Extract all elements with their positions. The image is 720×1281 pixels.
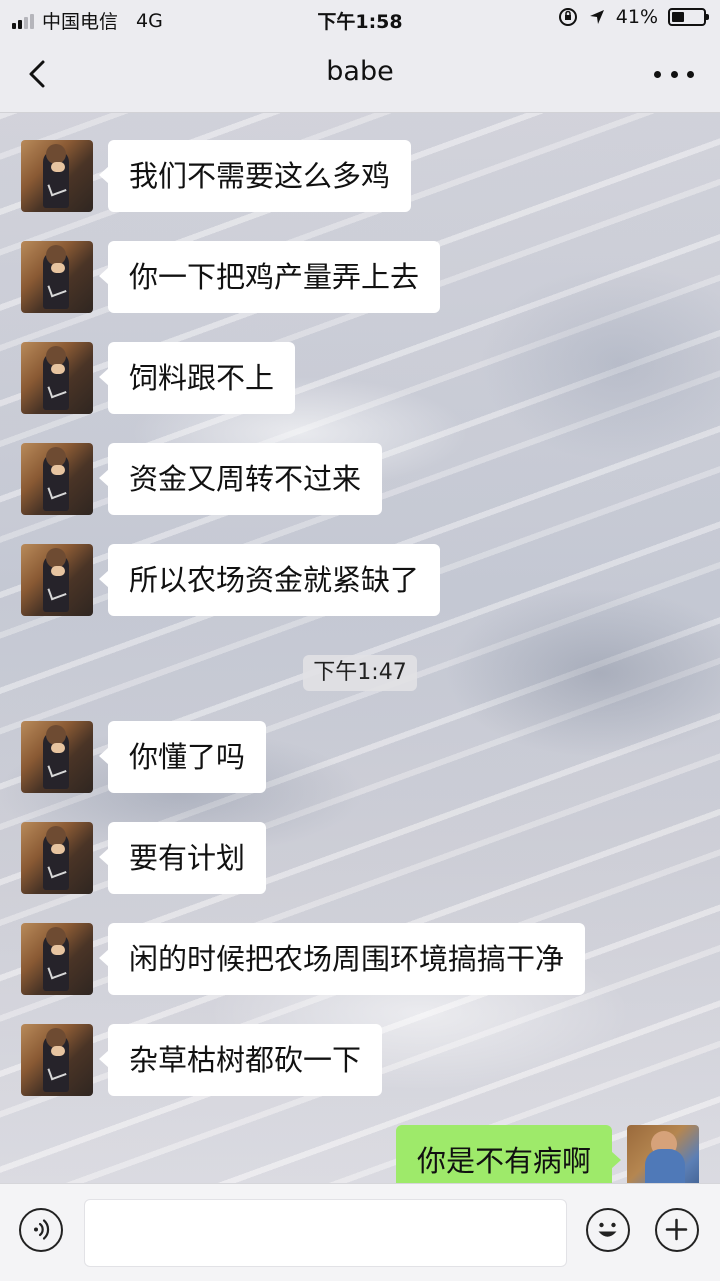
emoji-icon[interactable]: [586, 1208, 630, 1252]
chat-area[interactable]: 我们不需要这么多鸡 你一下把鸡产量弄上去 饲料跟不上 资金又周转不过来 所以农场…: [0, 113, 720, 1183]
chat-header: babe: [0, 36, 720, 113]
incoming-message[interactable]: 你懂了吗: [98, 721, 267, 793]
contact-avatar[interactable]: [21, 342, 93, 414]
location-arrow-icon: [589, 10, 604, 24]
orientation-lock-icon: [558, 8, 577, 26]
plus-icon[interactable]: [655, 1208, 699, 1252]
message-timestamp: 下午1:47: [303, 655, 417, 691]
contact-avatar[interactable]: [21, 544, 93, 616]
more-dots-icon[interactable]: [654, 62, 694, 86]
incoming-message[interactable]: 杂草枯树都砍一下: [98, 1024, 383, 1096]
incoming-message[interactable]: 你一下把鸡产量弄上去: [98, 241, 441, 313]
battery-icon: [668, 8, 709, 26]
contact-avatar[interactable]: [21, 1024, 93, 1096]
incoming-message[interactable]: 资金又周转不过来: [98, 443, 383, 515]
incoming-message[interactable]: 要有计划: [98, 822, 267, 894]
contact-avatar[interactable]: [21, 241, 93, 313]
incoming-message[interactable]: 所以农场资金就紧缺了: [98, 544, 441, 616]
battery-fill: [672, 12, 684, 22]
outgoing-message[interactable]: 你是不有病啊: [395, 1125, 622, 1183]
my-avatar[interactable]: [627, 1125, 699, 1183]
input-bar: [0, 1183, 720, 1281]
contact-avatar[interactable]: [21, 721, 93, 793]
incoming-message[interactable]: 饲料跟不上: [98, 342, 296, 414]
contact-avatar[interactable]: [21, 923, 93, 995]
contact-avatar[interactable]: [21, 140, 93, 212]
voice-icon[interactable]: [19, 1208, 63, 1252]
incoming-message[interactable]: 我们不需要这么多鸡: [98, 140, 412, 212]
contact-avatar[interactable]: [21, 443, 93, 515]
battery-percent: 41%: [615, 6, 658, 28]
status-right: 41%: [558, 6, 709, 28]
status-bar: 中国电信 4G 下午1:58 41%: [0, 0, 720, 36]
chat-title: babe: [326, 56, 394, 87]
message-input[interactable]: [84, 1199, 567, 1267]
incoming-message[interactable]: 闲的时候把农场周围环境搞搞干净: [98, 923, 586, 995]
contact-avatar[interactable]: [21, 822, 93, 894]
